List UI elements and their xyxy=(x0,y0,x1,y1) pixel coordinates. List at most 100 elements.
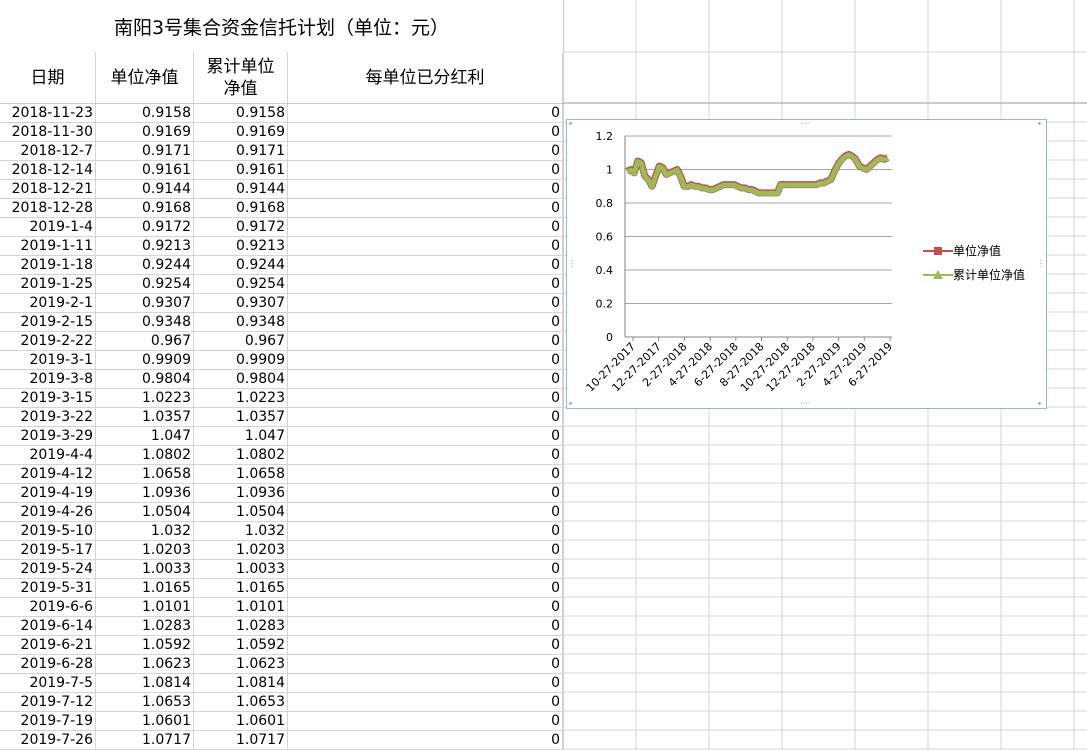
cell-date[interactable]: 2019-6-28 xyxy=(0,655,96,674)
cell-unit-nav[interactable]: 1.0623 xyxy=(96,655,194,674)
cell-date[interactable]: 2019-2-1 xyxy=(0,294,96,313)
cell-cumulative-nav[interactable]: 1.0592 xyxy=(194,636,288,655)
cell-unit-nav[interactable]: 1.0283 xyxy=(96,617,194,636)
cell-date[interactable]: 2019-3-22 xyxy=(0,408,96,427)
cell-date[interactable]: 2019-2-15 xyxy=(0,313,96,332)
cell-dividend[interactable]: 0 xyxy=(288,674,563,693)
cell-dividend[interactable]: 0 xyxy=(288,427,563,446)
cell-date[interactable]: 2019-4-19 xyxy=(0,484,96,503)
header-cumulative-nav[interactable]: 累计单位净值 xyxy=(194,52,288,103)
cell-date[interactable]: 2018-12-7 xyxy=(0,142,96,161)
cell-dividend[interactable]: 0 xyxy=(288,180,563,199)
cell-cumulative-nav[interactable]: 0.9158 xyxy=(194,104,288,123)
cell-date[interactable]: 2018-12-28 xyxy=(0,199,96,218)
cell-unit-nav[interactable]: 1.0203 xyxy=(96,541,194,560)
cell-date[interactable]: 2019-1-11 xyxy=(0,237,96,256)
cell-unit-nav[interactable]: 1.0814 xyxy=(96,674,194,693)
cell-date[interactable]: 2019-4-12 xyxy=(0,465,96,484)
cell-cumulative-nav[interactable]: 1.0601 xyxy=(194,712,288,731)
cell-unit-nav[interactable]: 1.0802 xyxy=(96,446,194,465)
cell-dividend[interactable]: 0 xyxy=(288,503,563,522)
cell-date[interactable]: 2019-1-25 xyxy=(0,275,96,294)
cell-dividend[interactable]: 0 xyxy=(288,579,563,598)
cell-cumulative-nav[interactable]: 0.9909 xyxy=(194,351,288,370)
cell-dividend[interactable]: 0 xyxy=(288,313,563,332)
cell-cumulative-nav[interactable]: 1.0101 xyxy=(194,598,288,617)
cell-dividend[interactable]: 0 xyxy=(288,465,563,484)
cell-dividend[interactable]: 0 xyxy=(288,256,563,275)
cell-dividend[interactable]: 0 xyxy=(288,370,563,389)
cell-unit-nav[interactable]: 0.9213 xyxy=(96,237,194,256)
cell-dividend[interactable]: 0 xyxy=(288,332,563,351)
cell-dividend[interactable]: 0 xyxy=(288,636,563,655)
cell-date[interactable]: 2019-7-12 xyxy=(0,693,96,712)
cell-dividend[interactable]: 0 xyxy=(288,408,563,427)
cell-dividend[interactable]: 0 xyxy=(288,446,563,465)
cell-cumulative-nav[interactable]: 1.0658 xyxy=(194,465,288,484)
cell-date[interactable]: 2018-12-21 xyxy=(0,180,96,199)
cell-cumulative-nav[interactable]: 0.9213 xyxy=(194,237,288,256)
cell-dividend[interactable]: 0 xyxy=(288,237,563,256)
cell-unit-nav[interactable]: 1.0658 xyxy=(96,465,194,484)
cell-cumulative-nav[interactable]: 0.9254 xyxy=(194,275,288,294)
cell-date[interactable]: 2019-4-4 xyxy=(0,446,96,465)
cell-cumulative-nav[interactable]: 1.0717 xyxy=(194,731,288,750)
cell-cumulative-nav[interactable]: 0.9172 xyxy=(194,218,288,237)
cell-cumulative-nav[interactable]: 1.0504 xyxy=(194,503,288,522)
cell-unit-nav[interactable]: 0.9804 xyxy=(96,370,194,389)
cell-cumulative-nav[interactable]: 1.0357 xyxy=(194,408,288,427)
cell-unit-nav[interactable]: 0.9244 xyxy=(96,256,194,275)
cell-unit-nav[interactable]: 0.9909 xyxy=(96,351,194,370)
cell-date[interactable]: 2019-4-26 xyxy=(0,503,96,522)
cell-unit-nav[interactable]: 1.0101 xyxy=(96,598,194,617)
cell-date[interactable]: 2019-5-24 xyxy=(0,560,96,579)
header-date[interactable]: 日期 xyxy=(0,52,96,103)
cell-cumulative-nav[interactable]: 1.0623 xyxy=(194,655,288,674)
cell-unit-nav[interactable]: 0.9158 xyxy=(96,104,194,123)
cell-date[interactable]: 2019-3-1 xyxy=(0,351,96,370)
cell-unit-nav[interactable]: 1.0592 xyxy=(96,636,194,655)
cell-unit-nav[interactable]: 1.0601 xyxy=(96,712,194,731)
cell-unit-nav[interactable]: 0.9172 xyxy=(96,218,194,237)
cell-dividend[interactable]: 0 xyxy=(288,104,563,123)
cell-dividend[interactable]: 0 xyxy=(288,351,563,370)
cell-date[interactable]: 2019-1-4 xyxy=(0,218,96,237)
cell-date[interactable]: 2018-11-23 xyxy=(0,104,96,123)
cell-date[interactable]: 2019-7-5 xyxy=(0,674,96,693)
nav-chart[interactable]: 0 0.2 0.4 0.6 0.8 1 1.2 10-27-2017 12-27-2017 2-2… xyxy=(566,119,1047,409)
cell-cumulative-nav[interactable]: 0.9144 xyxy=(194,180,288,199)
cell-cumulative-nav[interactable]: 0.967 xyxy=(194,332,288,351)
cell-date[interactable]: 2019-5-17 xyxy=(0,541,96,560)
cell-cumulative-nav[interactable]: 1.0165 xyxy=(194,579,288,598)
cell-dividend[interactable]: 0 xyxy=(288,123,563,142)
cell-unit-nav[interactable]: 0.9168 xyxy=(96,199,194,218)
cell-date[interactable]: 2019-6-6 xyxy=(0,598,96,617)
cell-date[interactable]: 2019-7-26 xyxy=(0,731,96,750)
cell-dividend[interactable]: 0 xyxy=(288,731,563,750)
cell-dividend[interactable]: 0 xyxy=(288,693,563,712)
cell-cumulative-nav[interactable]: 1.047 xyxy=(194,427,288,446)
cell-date[interactable]: 2019-6-21 xyxy=(0,636,96,655)
cell-dividend[interactable]: 0 xyxy=(288,142,563,161)
cell-unit-nav[interactable]: 0.9171 xyxy=(96,142,194,161)
cell-cumulative-nav[interactable]: 1.0033 xyxy=(194,560,288,579)
cell-cumulative-nav[interactable]: 0.9307 xyxy=(194,294,288,313)
cell-cumulative-nav[interactable]: 1.0802 xyxy=(194,446,288,465)
cell-date[interactable]: 2019-5-31 xyxy=(0,579,96,598)
cell-cumulative-nav[interactable]: 1.0223 xyxy=(194,389,288,408)
cell-cumulative-nav[interactable]: 1.0653 xyxy=(194,693,288,712)
cell-dividend[interactable]: 0 xyxy=(288,655,563,674)
cell-unit-nav[interactable]: 0.967 xyxy=(96,332,194,351)
cell-date[interactable]: 2019-3-15 xyxy=(0,389,96,408)
cell-dividend[interactable]: 0 xyxy=(288,199,563,218)
cell-unit-nav[interactable]: 0.9161 xyxy=(96,161,194,180)
cell-unit-nav[interactable]: 1.0504 xyxy=(96,503,194,522)
cell-date[interactable]: 2019-1-18 xyxy=(0,256,96,275)
cell-unit-nav[interactable]: 0.9307 xyxy=(96,294,194,313)
cell-dividend[interactable]: 0 xyxy=(288,218,563,237)
cell-cumulative-nav[interactable]: 1.0203 xyxy=(194,541,288,560)
cell-dividend[interactable]: 0 xyxy=(288,598,563,617)
header-dividend[interactable]: 每单位已分红利 xyxy=(288,52,563,103)
cell-unit-nav[interactable]: 1.0223 xyxy=(96,389,194,408)
cell-dividend[interactable]: 0 xyxy=(288,275,563,294)
